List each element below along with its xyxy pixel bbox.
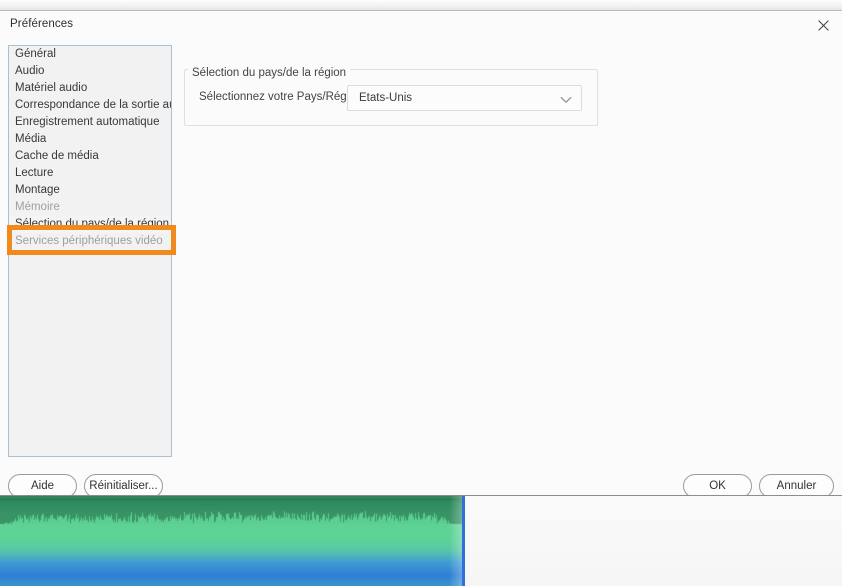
- sidebar-item-label: Général: [15, 48, 56, 60]
- sidebar-item-3[interactable]: Correspondance de la sortie audio: [9, 97, 171, 114]
- country-select-value: Etats-Unis: [359, 92, 413, 104]
- sidebar-item-7[interactable]: Lecture: [9, 165, 171, 182]
- category-list[interactable]: Général Audio Matériel audio Correspondance…: [8, 45, 172, 457]
- sidebar-item-label: Audio: [15, 65, 45, 77]
- dialog-titlebar: Préférences: [0, 12, 842, 38]
- sidebar-item-label: Cache de média: [15, 150, 99, 162]
- sidebar-item-label: Montage: [15, 184, 60, 196]
- sidebar-item-label: Sélection du pays/de la région: [15, 218, 170, 230]
- close-button[interactable]: [806, 12, 840, 38]
- app-toolbar-strip: [0, 0, 842, 11]
- sidebar-item-4[interactable]: Enregistrement automatique: [9, 114, 171, 131]
- sidebar-item-9[interactable]: Mémoire: [9, 199, 171, 216]
- sidebar-item-11[interactable]: Services périphériques vidéo: [9, 233, 171, 250]
- sidebar-item-6[interactable]: Cache de média: [9, 148, 171, 165]
- country-select[interactable]: Etats-Unis: [347, 85, 582, 111]
- sidebar-item-8[interactable]: Montage: [9, 182, 171, 199]
- chevron-down-icon: [560, 94, 572, 104]
- preferences-dialog: Préférences Général Audio Matériel audio Co…: [0, 12, 842, 498]
- timeline-panel: [0, 495, 842, 586]
- sidebar-item-2[interactable]: Matériel audio: [9, 80, 171, 97]
- sidebar-item-label: Enregistrement automatique: [15, 116, 160, 128]
- dialog-title: Préférences: [10, 18, 74, 30]
- close-icon: [817, 19, 829, 31]
- sidebar-item-label: Média: [15, 133, 47, 145]
- sidebar-item-0[interactable]: Général: [9, 46, 171, 63]
- sidebar-item-label: Mémoire: [15, 201, 60, 213]
- sidebar-item-5[interactable]: Média: [9, 131, 171, 148]
- sidebar-item-1[interactable]: Audio: [9, 63, 171, 80]
- audio-waveform: [0, 496, 465, 586]
- timeline-empty-area[interactable]: [466, 496, 842, 586]
- sidebar-item-label: Matériel audio: [15, 82, 88, 94]
- country-select-label: Sélectionnez votre Pays/Région :: [199, 91, 369, 103]
- audio-clip[interactable]: [0, 496, 465, 586]
- sidebar-item-10[interactable]: Sélection du pays/de la région: [9, 216, 171, 233]
- sidebar-item-label: Correspondance de la sortie audio: [15, 99, 171, 111]
- sidebar-item-label: Services périphériques vidéo: [15, 235, 163, 247]
- playhead[interactable]: [462, 496, 465, 586]
- content-panel: Sélection du pays/de la région Sélection…: [183, 45, 834, 495]
- sidebar-item-label: Lecture: [15, 167, 54, 179]
- groupbox-legend: Sélection du pays/de la région: [188, 67, 351, 79]
